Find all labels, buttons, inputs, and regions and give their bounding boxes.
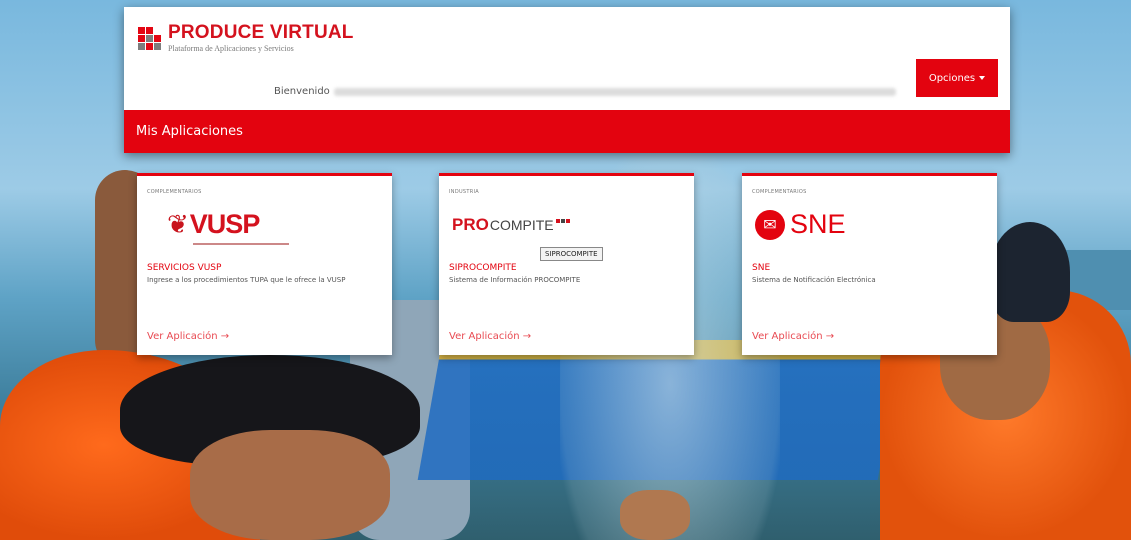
card-title[interactable]: SERVICIOS VUSP [147,263,382,273]
background-face-left [190,430,390,540]
vusp-logo-text: VUSP [189,209,261,239]
card-title[interactable]: SIPROCOMPITE [449,263,684,273]
app-card-siprocompite[interactable]: INDUSTRIA PRO COMPITE SIPROCOMPITE Siste… [439,173,694,355]
background-hand [620,490,690,540]
vusp-logo-tagline [193,243,289,245]
card-title[interactable]: SNE [752,263,987,273]
header-panel: PRODUCE VIRTUAL Plataforma de Aplicacion… [124,7,1010,153]
app-card-vusp[interactable]: COMPLEMENTARIOS ❦ VUSP SERVICIOS VUSP In… [137,173,392,355]
brand-logo[interactable]: PRODUCE VIRTUAL Plataforma de Aplicacion… [138,23,354,54]
procompite-logo: PRO COMPITE [449,201,684,253]
sne-logo-text: SNE [790,209,846,239]
tooltip: SIPROCOMPITE [540,247,603,261]
procompite-logo-rest: COMPITE [489,217,554,233]
produce-logo-icon [138,27,161,50]
brand-title: PRODUCE VIRTUAL [168,22,354,43]
welcome-message: Bienvenido [274,86,896,97]
brand-subtitle: Plataforma de Aplicaciones y Servicios [168,44,294,53]
card-description: Sistema de Información PROCOMPITE [449,276,581,284]
card-category: COMPLEMENTARIOS [752,189,807,195]
view-app-link[interactable]: Ver Aplicación → [147,331,229,342]
section-title: Mis Aplicaciones [136,124,243,139]
caret-down-icon [979,76,986,80]
options-label: Opciones [928,72,976,84]
card-description: Ingrese a los procedimientos TUPA que le… [147,276,346,284]
vusp-logo: ❦ VUSP [147,201,382,253]
sne-logo: ✉ SNE [752,201,987,253]
section-title-bar: Mis Aplicaciones [124,110,1010,153]
user-name-redacted [333,87,896,96]
card-description: Sistema de Notificación Electrónica [752,276,876,284]
procompite-logo-bold: PRO [452,215,489,234]
procompite-mark-icon [555,219,570,223]
options-button[interactable]: Opciones [916,59,998,97]
card-category: INDUSTRIA [449,189,480,195]
app-card-sne[interactable]: COMPLEMENTARIOS ✉ SNE SNE Sistema de Not… [742,173,997,355]
view-app-link[interactable]: Ver Aplicación → [449,331,531,342]
view-app-link[interactable]: Ver Aplicación → [752,331,834,342]
notification-icon: ✉ [755,209,785,240]
header-top: PRODUCE VIRTUAL Plataforma de Aplicacion… [124,7,1010,110]
card-category: COMPLEMENTARIOS [147,189,202,195]
background-cap-right [990,222,1070,322]
bird-icon: ❦ [167,209,189,240]
welcome-label: Bienvenido [274,86,330,97]
